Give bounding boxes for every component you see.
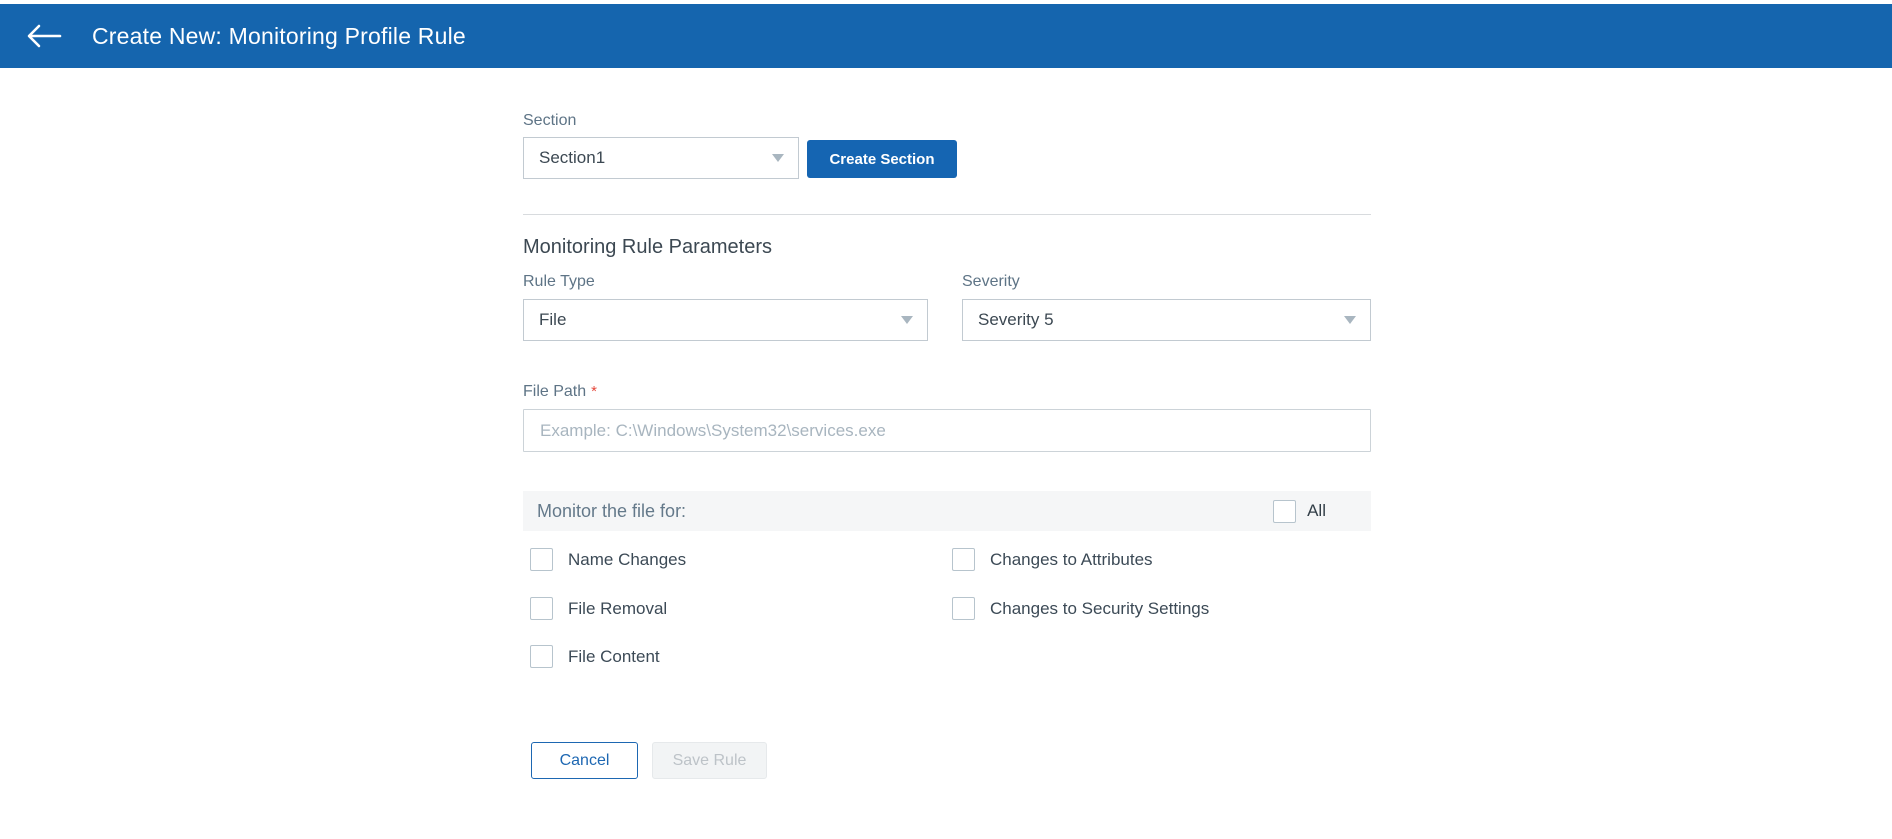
option-row: Changes to Attributes [952, 548, 1153, 571]
severity-dropdown-value: Severity 5 [978, 310, 1054, 330]
checkbox-name-changes-label: Name Changes [568, 550, 686, 570]
create-monitoring-profile-rule-page: Create New: Monitoring Profile Rule Sect… [0, 0, 1892, 839]
chevron-down-icon [772, 154, 784, 162]
rule-type-label: Rule Type [523, 273, 595, 291]
chevron-down-icon [901, 316, 913, 324]
section-divider [523, 214, 1371, 215]
severity-label: Severity [962, 273, 1020, 291]
severity-dropdown[interactable]: Severity 5 [962, 299, 1371, 341]
required-asterisk: * [591, 383, 597, 400]
option-row: Changes to Security Settings [952, 597, 1209, 620]
checkbox-file-removal[interactable] [530, 597, 553, 620]
checkbox-file-content-label: File Content [568, 647, 660, 667]
all-checkbox-label: All [1307, 501, 1326, 521]
cancel-button[interactable]: Cancel [531, 742, 638, 779]
checkbox-changes-to-security-settings[interactable] [952, 597, 975, 620]
checkbox-changes-to-attributes[interactable] [952, 548, 975, 571]
monitor-options-bar: Monitor the file for: All [523, 491, 1371, 531]
checkbox-changes-to-security-settings-label: Changes to Security Settings [990, 599, 1209, 619]
rule-type-dropdown[interactable]: File [523, 299, 928, 341]
header-bar: Create New: Monitoring Profile Rule [0, 4, 1892, 68]
option-row: Name Changes [530, 548, 686, 571]
file-path-input[interactable] [523, 409, 1371, 452]
checkbox-changes-to-attributes-label: Changes to Attributes [990, 550, 1153, 570]
parameters-heading: Monitoring Rule Parameters [523, 236, 772, 259]
back-button[interactable] [25, 21, 63, 51]
section-label: Section [523, 112, 576, 130]
chevron-down-icon [1344, 316, 1356, 324]
save-rule-button[interactable]: Save Rule [652, 742, 767, 779]
file-path-label: File Path * [523, 383, 597, 401]
section-dropdown[interactable]: Section1 [523, 137, 799, 179]
monitor-bar-heading: Monitor the file for: [537, 501, 686, 522]
file-path-label-text: File Path [523, 383, 586, 400]
option-row: File Content [530, 645, 660, 668]
create-section-button[interactable]: Create Section [807, 140, 957, 178]
checkbox-name-changes[interactable] [530, 548, 553, 571]
rule-type-dropdown-value: File [539, 310, 566, 330]
checkbox-file-content[interactable] [530, 645, 553, 668]
all-checkbox-group: All [1273, 500, 1326, 523]
section-dropdown-value: Section1 [539, 148, 605, 168]
checkbox-all[interactable] [1273, 500, 1296, 523]
page-title: Create New: Monitoring Profile Rule [92, 23, 466, 50]
option-row: File Removal [530, 597, 667, 620]
checkbox-file-removal-label: File Removal [568, 599, 667, 619]
arrow-left-icon [26, 23, 62, 49]
